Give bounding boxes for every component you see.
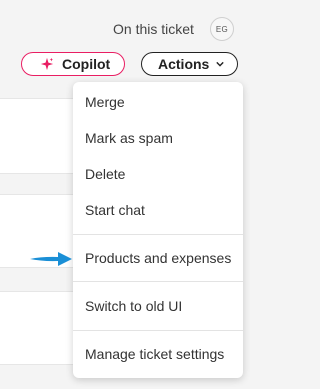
menu-item-switch-to-old-ui[interactable]: Switch to old UI — [85, 297, 182, 315]
menu-divider — [73, 234, 243, 235]
menu-divider — [73, 281, 243, 282]
menu-divider — [73, 330, 243, 331]
menu-item-mark-as-spam[interactable]: Mark as spam — [85, 129, 173, 147]
background-card — [0, 291, 80, 365]
actions-menu: Merge Mark as spam Delete Start chat Pro… — [73, 82, 243, 378]
menu-item-manage-ticket-settings[interactable]: Manage ticket settings — [85, 345, 224, 363]
ticket-label: On this ticket — [113, 21, 194, 37]
avatar[interactable]: EG — [210, 17, 234, 41]
menu-item-start-chat[interactable]: Start chat — [85, 201, 145, 219]
chevron-down-icon — [216, 61, 225, 67]
pointer-arrow-icon — [30, 252, 72, 266]
copilot-button[interactable]: Copilot — [21, 52, 125, 76]
menu-item-merge[interactable]: Merge — [85, 93, 125, 111]
sparkle-icon — [40, 57, 54, 71]
menu-item-delete[interactable]: Delete — [85, 165, 125, 183]
background-card — [0, 98, 80, 174]
copilot-label: Copilot — [62, 56, 111, 72]
menu-item-products-and-expenses[interactable]: Products and expenses — [85, 249, 231, 267]
actions-button[interactable]: Actions — [141, 52, 238, 76]
actions-label: Actions — [158, 56, 210, 72]
